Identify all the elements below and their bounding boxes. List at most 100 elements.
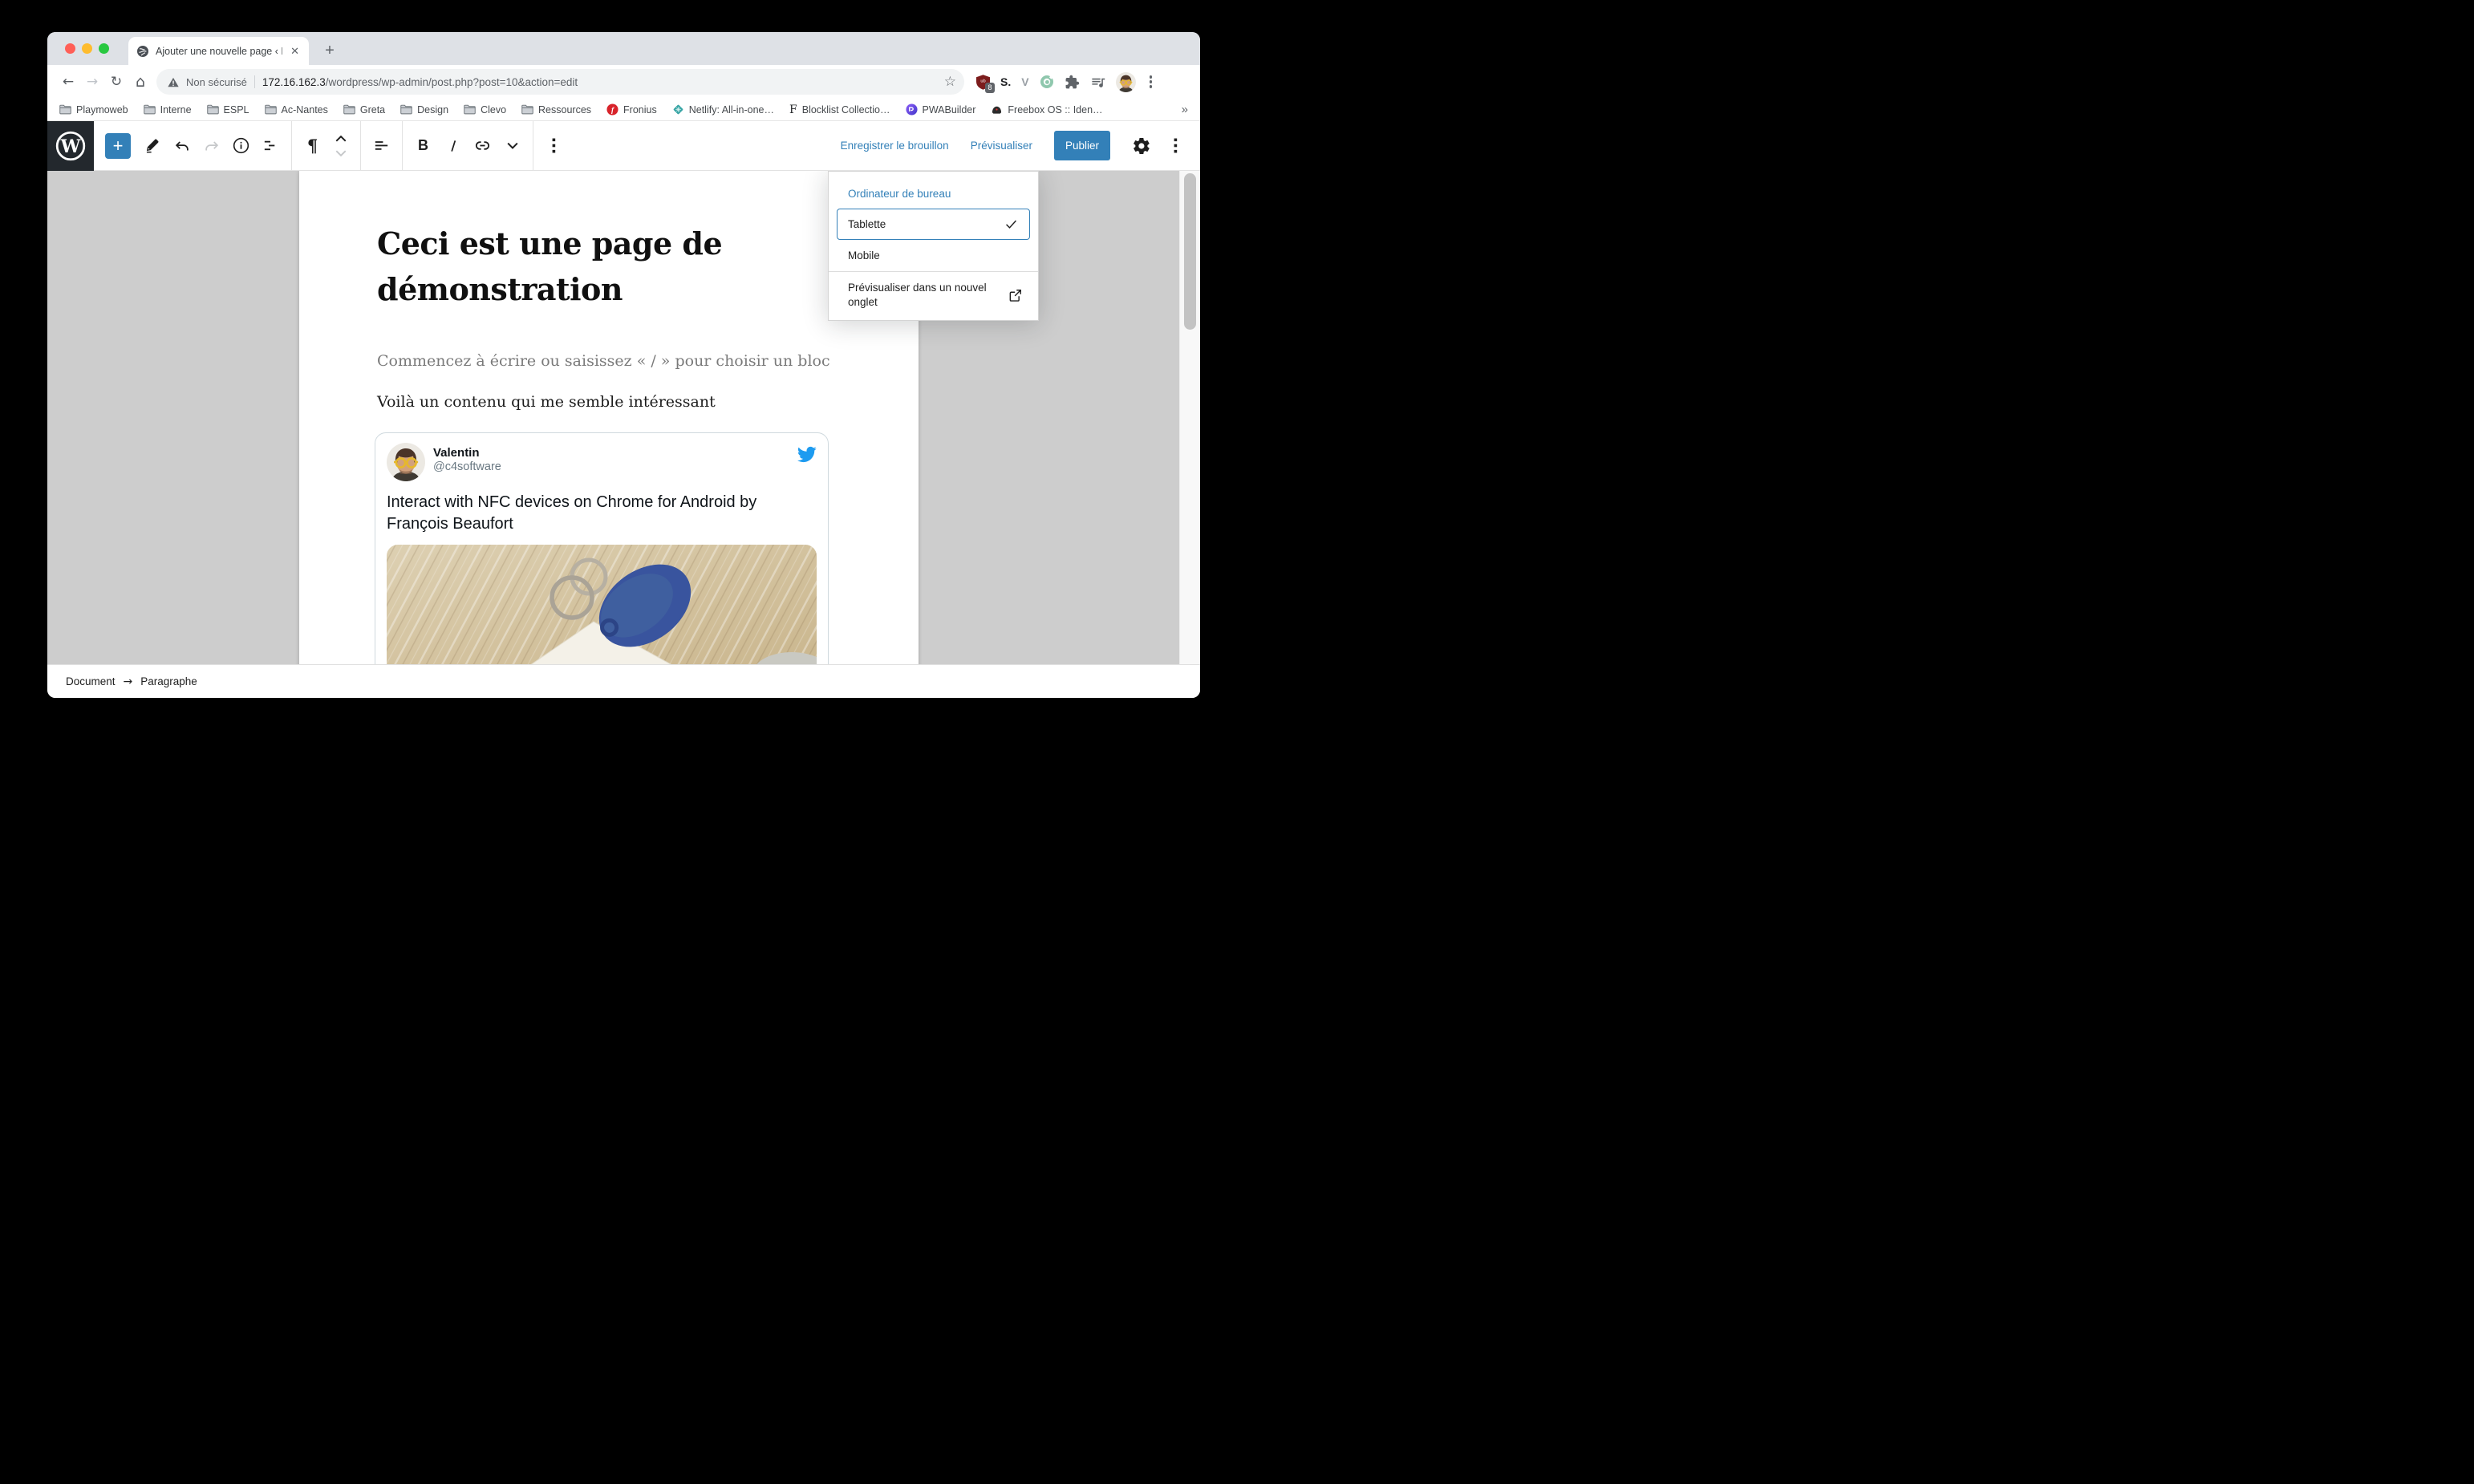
bookmark-ac-nantes[interactable]: Ac-Nantes [265,104,328,116]
bookmark-label: Netlify: All-in-one… [689,104,774,116]
breadcrumb-document[interactable]: Document [66,675,116,687]
paragraph-block[interactable]: Voilà un contenu qui me semble intéressa… [377,393,841,411]
browser-tab[interactable]: Ajouter une nouvelle page ‹ Dé ✕ [128,37,309,65]
forward-button[interactable]: → [80,70,104,94]
post-title-field[interactable]: Ceci est une page de démonstration [377,221,841,312]
save-draft-button[interactable]: Enregistrer le brouillon [841,140,949,152]
more-rich-text-chevron-icon[interactable] [497,121,527,171]
preview-in-new-tab-option[interactable]: Prévisualiser dans un nouvel onglet [829,272,1038,320]
fullscreen-window-button[interactable] [99,43,109,54]
address-bar[interactable]: Non sécurisé 172.16.162.3/wordpress/wp-a… [156,69,964,95]
bookmark-label: Freebox OS :: Iden… [1008,104,1102,116]
tab-title: Ajouter une nouvelle page ‹ Dé [156,46,282,57]
fronius-icon: f [606,103,618,116]
pwabuilder-icon [906,103,918,116]
italic-button[interactable] [438,121,468,171]
twitter-embed-card[interactable]: Valentin @c4software Interact with NFC d… [375,432,829,664]
back-button[interactable]: ← [56,70,80,94]
block-inserter-button[interactable]: + [105,133,131,159]
link-button[interactable] [468,121,497,171]
reload-button[interactable]: ↻ [104,70,128,94]
playlist-extension-icon[interactable] [1090,75,1105,90]
page-url: 172.16.162.3/wordpress/wp-admin/post.php… [262,76,578,88]
undo-button[interactable] [167,121,197,171]
move-down-button[interactable] [335,150,347,156]
bookmark-interne[interactable]: Interne [144,104,192,116]
empty-block-placeholder[interactable]: Commencez à écrire ou saisissez « / » po… [377,352,841,370]
publish-button[interactable]: Publier [1054,131,1110,160]
twitter-bird-icon[interactable] [797,443,817,468]
folder-icon [400,104,412,115]
list-view-button[interactable] [256,121,286,171]
editor-more-kebab-icon[interactable] [1161,121,1190,171]
close-window-button[interactable] [65,43,75,54]
scrollbar-thumb[interactable] [1184,173,1196,330]
minimize-window-button[interactable] [82,43,92,54]
preview-option-mobile[interactable]: Mobile [829,242,1038,271]
paragraph-block-button[interactable]: ¶ [298,121,327,171]
bookmark-greta[interactable]: Greta [343,104,385,116]
browser-toolbar: ← → ↻ ⌂ Non sécurisé 172.16.162.3/wordpr… [47,65,1200,99]
tab-close-icon[interactable]: ✕ [289,45,301,58]
wordpress-logo[interactable]: W [47,121,94,171]
bookmark-label: Ac-Nantes [282,104,328,116]
redo-button[interactable] [197,121,226,171]
omnibox-divider [254,75,255,88]
ublock-extension-icon[interactable]: ub 8 [976,75,990,90]
profile-avatar[interactable] [1116,72,1136,92]
chrome-menu-icon[interactable] [1146,75,1156,88]
preview-button[interactable]: Prévisualiser [971,140,1032,152]
bookmark-label: Interne [160,104,192,116]
bookmarks-overflow-chevron[interactable]: » [1182,103,1188,116]
home-button[interactable]: ⌂ [128,70,152,94]
bookmark-freebox-os-iden[interactable]: Freebox OS :: Iden… [991,104,1102,116]
toolbar-separator [360,121,361,171]
freebox-icon [991,104,1003,115]
preview-option-tablet-label: Tablette [848,218,886,230]
bookmark-label: Playmoweb [76,104,128,116]
extensions-puzzle-icon[interactable] [1065,75,1080,90]
netlify-icon [672,103,684,116]
external-link-icon [1008,287,1024,303]
breadcrumb-paragraph[interactable]: Paragraphe [140,675,197,687]
tab-favicon-globe-icon [136,45,149,58]
preview-option-desktop[interactable]: Ordinateur de bureau [829,182,1038,205]
tweet-author-handle[interactable]: @c4software [433,460,501,473]
tweet-author-avatar[interactable] [387,443,425,481]
bookmark-ressources[interactable]: Ressources [521,104,591,116]
bold-button[interactable]: B [408,121,438,171]
bookmark-label: Clevo [481,104,506,116]
folder-icon [343,104,355,115]
green-extension-icon[interactable] [1040,75,1054,89]
not-secure-warning-icon[interactable] [168,77,179,87]
bookmark-fronius[interactable]: fFronius [606,103,657,116]
move-up-button[interactable] [335,136,347,142]
preview-option-tablet[interactable]: Tablette [837,209,1030,240]
align-button[interactable] [367,121,396,171]
tablet-preview-page: Ceci est une page de démonstration Comme… [299,171,919,664]
tweet-photo-nfc-keyfob[interactable] [387,545,817,664]
bookmark-blocklist-collectio[interactable]: FBlocklist Collectio… [789,104,890,116]
tweet-author-name[interactable]: Valentin [433,443,501,460]
arrow-right-icon: → [124,675,133,688]
bookmark-netlify-all-in-one[interactable]: Netlify: All-in-one… [672,103,774,116]
new-tab-button[interactable]: + [319,40,340,61]
toolbar-separator [291,121,292,171]
bookmark-playmoweb[interactable]: Playmoweb [59,104,128,116]
bookmark-clevo[interactable]: Clevo [464,104,506,116]
bookmark-items: Playmoweb Interne ESPL Ac-Nantes Greta Design… [59,103,1103,116]
vue-devtools-extension-icon[interactable]: V [1021,75,1028,88]
canvas-scrollbar[interactable] [1179,171,1200,664]
bookmark-espl[interactable]: ESPL [207,104,249,116]
security-label: Non sécurisé [186,76,247,88]
bookmark-design[interactable]: Design [400,104,448,116]
edit-pencil-button[interactable] [137,121,167,171]
tweet-text[interactable]: Interact with NFC devices on Chrome for … [387,492,817,534]
settings-gear-icon[interactable] [1126,121,1156,171]
stylus-extension-icon[interactable]: S. [1000,75,1011,88]
folder-icon [464,104,476,115]
bookmark-pwabuilder[interactable]: PWABuilder [906,103,976,116]
block-options-kebab-icon[interactable] [539,121,569,171]
bookmark-star-icon[interactable]: ☆ [944,74,956,90]
details-info-button[interactable] [226,121,256,171]
